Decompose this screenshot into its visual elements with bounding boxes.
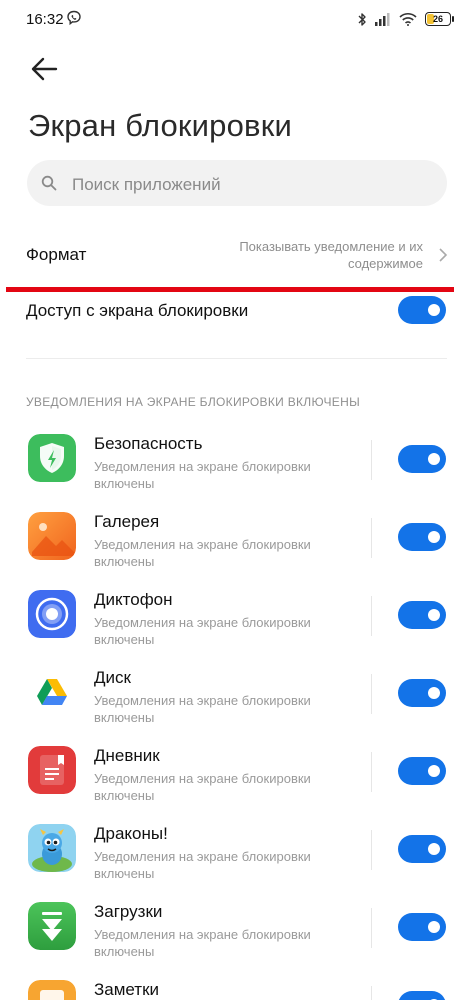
downloads-icon	[28, 902, 76, 950]
app-status: Уведомления на экране блокировки включен…	[94, 615, 311, 647]
app-name: Дневник	[94, 746, 160, 765]
divider	[371, 518, 372, 558]
app-status: Уведомления на экране блокировки включен…	[94, 693, 311, 725]
app-status: Уведомления на экране блокировки включен…	[94, 849, 311, 881]
divider	[371, 674, 372, 714]
lockscreen-access-row[interactable]: Доступ с экрана блокировки	[0, 296, 473, 330]
divider	[371, 440, 372, 480]
search-icon	[41, 175, 57, 191]
status-time: 16:32	[26, 11, 64, 28]
search-input[interactable]: Поиск приложений	[27, 160, 447, 206]
back-arrow-icon[interactable]	[30, 56, 58, 82]
divider	[371, 752, 372, 792]
app-name: Безопасность	[94, 434, 203, 453]
app-name: Галерея	[94, 512, 160, 531]
security-shield-icon	[28, 434, 76, 482]
app-status: Уведомления на экране блокировки включен…	[94, 459, 311, 491]
app-toggle[interactable]	[398, 601, 446, 629]
list-item[interactable]: Заметки	[0, 964, 473, 1000]
app-status: Уведомления на экране блокировки включен…	[94, 537, 311, 569]
diary-icon	[28, 746, 76, 794]
red-annotation-line	[6, 287, 454, 292]
google-drive-icon	[28, 668, 76, 716]
app-toggle[interactable]	[398, 913, 446, 941]
list-item[interactable]: Диск Уведомления на экране блокировки вк…	[0, 652, 473, 730]
app-status: Уведомления на экране блокировки включен…	[94, 927, 311, 959]
search-placeholder: Поиск приложений	[72, 175, 221, 194]
list-item[interactable]: Дневник Уведомления на экране блокировки…	[0, 730, 473, 808]
app-name: Диск	[94, 668, 131, 687]
format-setting-row[interactable]: Формат Показывать уведомление и их содер…	[0, 232, 473, 280]
battery-level: 26	[432, 14, 443, 24]
format-value: Показывать уведомление и их содержимое	[239, 239, 423, 271]
list-item[interactable]: Безопасность Уведомления на экране блоки…	[0, 418, 473, 496]
chevron-right-icon	[439, 248, 448, 262]
list-item[interactable]: Загрузки Уведомления на экране блокировк…	[0, 886, 473, 964]
divider	[26, 358, 447, 359]
recorder-icon	[28, 590, 76, 638]
app-toggle[interactable]	[398, 445, 446, 473]
signal-icon	[375, 13, 390, 26]
app-name: Загрузки	[94, 902, 163, 921]
app-toggle[interactable]	[398, 523, 446, 551]
gallery-icon	[28, 512, 76, 560]
divider	[371, 830, 372, 870]
notes-icon	[28, 980, 76, 1000]
divider	[371, 908, 372, 948]
app-toggle[interactable]	[398, 991, 446, 1000]
dragons-game-icon	[28, 824, 76, 872]
divider	[371, 596, 372, 636]
format-label: Формат	[26, 245, 87, 264]
bluetooth-icon	[358, 12, 366, 26]
page-title: Экран блокировки	[28, 108, 293, 143]
app-name: Заметки	[94, 980, 160, 999]
status-icons: 26	[358, 10, 454, 28]
app-toggle[interactable]	[398, 757, 446, 785]
section-header: УВЕДОМЛЕНИЯ НА ЭКРАНЕ БЛОКИРОВКИ ВКЛЮЧЕН…	[26, 395, 360, 409]
battery-icon: 26	[425, 12, 454, 26]
lockscreen-access-toggle[interactable]	[398, 296, 446, 324]
app-name: Драконы!	[94, 824, 168, 843]
viber-notification-icon	[67, 10, 81, 26]
list-item[interactable]: Галерея Уведомления на экране блокировки…	[0, 496, 473, 574]
divider	[371, 986, 372, 1000]
list-item[interactable]: Диктофон Уведомления на экране блокировк…	[0, 574, 473, 652]
lockscreen-access-label: Доступ с экрана блокировки	[26, 301, 249, 320]
app-name: Диктофон	[94, 590, 173, 609]
status-bar: 16:32 26	[0, 0, 473, 38]
list-item[interactable]: Драконы! Уведомления на экране блокировк…	[0, 808, 473, 886]
app-toggle[interactable]	[398, 835, 446, 863]
app-status: Уведомления на экране блокировки включен…	[94, 771, 311, 803]
wifi-icon	[399, 13, 417, 26]
app-toggle[interactable]	[398, 679, 446, 707]
